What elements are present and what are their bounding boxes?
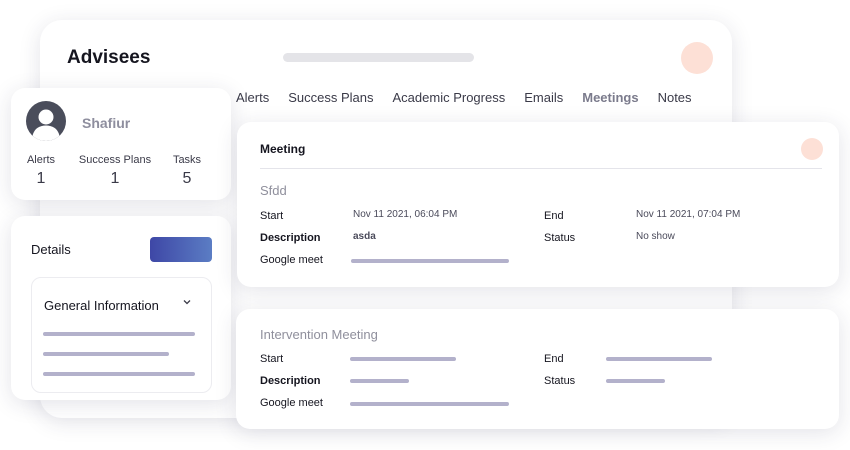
meeting-heading: Meeting	[260, 142, 306, 156]
stat-label: Success Plans	[78, 154, 152, 166]
start-label: Start	[260, 353, 284, 365]
general-information-section: General Information	[31, 277, 212, 393]
chevron-down-icon[interactable]	[182, 296, 192, 310]
status-label: Status	[544, 232, 576, 244]
description-label: Description	[260, 375, 321, 387]
description-value-placeholder	[350, 379, 409, 383]
stat-label: Alerts	[26, 154, 56, 166]
google-meet-label: Google meet	[260, 397, 323, 409]
placeholder-line	[43, 352, 169, 356]
start-value: Nov 11 2021, 06:04 PM	[353, 209, 458, 220]
details-action-button[interactable]	[150, 237, 212, 262]
google-meet-link-placeholder[interactable]	[350, 402, 509, 406]
meeting-card: Meeting Sfdd Start Nov 11 2021, 06:04 PM…	[237, 122, 839, 287]
description-value: asda	[353, 231, 376, 242]
tab-meetings[interactable]: Meetings	[582, 90, 638, 105]
google-meet-link-placeholder[interactable]	[351, 259, 509, 263]
divider	[260, 168, 822, 169]
end-value: Nov 11 2021, 07:04 PM	[636, 209, 741, 220]
person-icon	[32, 109, 60, 141]
tab-emails[interactable]: Emails	[524, 90, 563, 105]
profile-avatar	[26, 101, 66, 141]
user-avatar[interactable]	[681, 42, 713, 74]
stat-tasks: Tasks 5	[167, 154, 207, 188]
details-title: Details	[31, 242, 71, 257]
stat-value: 5	[182, 170, 192, 187]
tab-bar: Alerts Success Plans Academic Progress E…	[236, 90, 711, 105]
tab-academic-progress[interactable]: Academic Progress	[393, 90, 506, 105]
status-label: Status	[544, 375, 576, 387]
profile-card: Shafiur Alerts 1 Success Plans 1 Tasks 5	[11, 88, 231, 200]
tab-notes[interactable]: Notes	[658, 90, 692, 105]
start-value-placeholder	[350, 357, 456, 361]
end-value-placeholder	[606, 357, 712, 361]
stat-value: 1	[36, 170, 46, 187]
end-label: End	[544, 210, 564, 222]
search-placeholder-bar[interactable]	[283, 53, 474, 62]
status-value-placeholder	[606, 379, 665, 383]
status-value: No show	[636, 231, 675, 242]
description-label: Description	[260, 232, 321, 244]
start-label: Start	[260, 210, 284, 222]
intervention-meeting-name: Intervention Meeting	[260, 327, 378, 342]
general-information-label: General Information	[44, 298, 159, 313]
google-meet-label: Google meet	[260, 254, 323, 266]
placeholder-line	[43, 372, 195, 376]
tab-success-plans[interactable]: Success Plans	[288, 90, 373, 105]
end-label: End	[544, 353, 564, 365]
stat-alerts: Alerts 1	[21, 154, 61, 188]
tab-alerts[interactable]: Alerts	[236, 90, 269, 105]
meeting-name: Sfdd	[260, 183, 287, 198]
placeholder-line	[43, 332, 195, 336]
intervention-meeting-card: Intervention Meeting Start End Descripti…	[236, 309, 839, 429]
stat-value: 1	[110, 170, 120, 187]
meeting-status-dot[interactable]	[801, 138, 823, 160]
stat-label: Tasks	[172, 154, 202, 166]
stat-success-plans: Success Plans 1	[73, 154, 157, 188]
details-card: Details General Information	[11, 216, 231, 400]
profile-name: Shafiur	[82, 115, 131, 131]
page-title: Advisees	[67, 47, 151, 68]
